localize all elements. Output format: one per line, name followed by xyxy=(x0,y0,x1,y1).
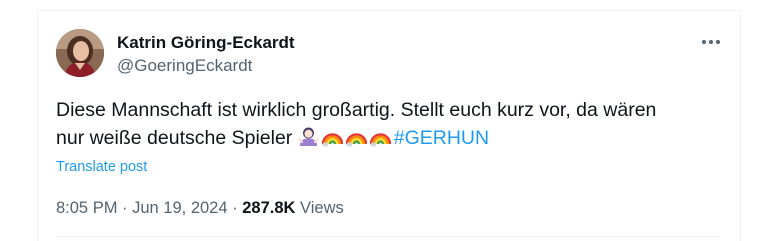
tweet-text: Diese Mannschaft ist wirklich großartig.… xyxy=(56,96,716,152)
meta-separator: · xyxy=(117,199,133,217)
tweet-time[interactable]: 8:05 PM xyxy=(56,199,117,217)
avatar-image xyxy=(56,29,104,77)
meta-separator: · xyxy=(227,199,243,217)
avatar[interactable] xyxy=(56,29,104,77)
woman-shrugging-emoji xyxy=(297,126,319,147)
author-handle[interactable]: @GoeringEckardt xyxy=(117,56,252,76)
views-count[interactable]: 287.8K xyxy=(242,199,295,217)
hashtag-link[interactable]: #GERHUN xyxy=(394,127,489,149)
page: Katrin Göring-Eckardt @GoeringEckardt Di… xyxy=(0,0,757,241)
tweet-text-line-2-text: nur weiße deutsche Spieler xyxy=(56,127,293,149)
more-horizontal-icon-dot xyxy=(716,40,720,44)
author-display-name[interactable]: Katrin Göring-Eckardt xyxy=(117,33,295,53)
rainbow-emoji xyxy=(369,126,391,147)
more-options-button[interactable] xyxy=(697,32,725,52)
translate-post-link[interactable]: Translate post xyxy=(56,158,147,176)
tweet-meta: 8:05 PM · Jun 19, 2024 · 287.8K Views xyxy=(56,198,344,218)
views-label: Views xyxy=(295,199,344,217)
more-horizontal-icon xyxy=(702,40,706,44)
more-horizontal-icon-dot xyxy=(709,40,713,44)
tweet-date[interactable]: Jun 19, 2024 xyxy=(132,199,227,217)
divider xyxy=(56,236,720,237)
rainbow-emoji xyxy=(321,126,343,147)
tweet-text-line-2: nur weiße deutsche Spieler #GERHUN xyxy=(56,124,716,152)
rainbow-emoji xyxy=(345,126,367,147)
tweet-text-line-1: Diese Mannschaft ist wirklich großartig.… xyxy=(56,99,657,121)
